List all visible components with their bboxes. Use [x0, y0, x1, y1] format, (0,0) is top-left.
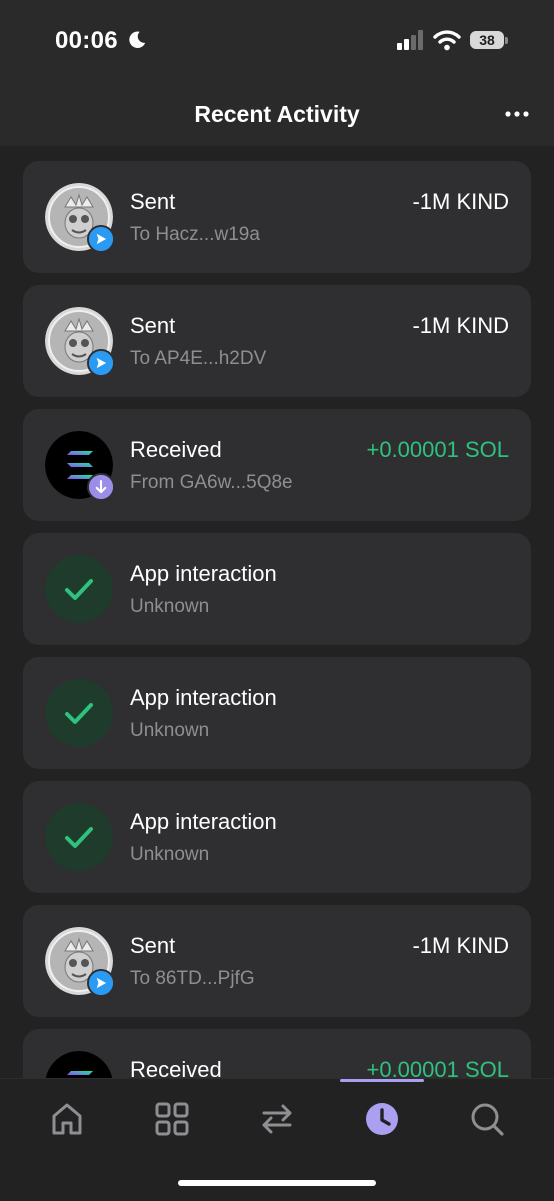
activity-title: App interaction [130, 809, 277, 834]
activity-subtitle: To Hacz...w19a [130, 224, 260, 245]
header: Recent Activity [0, 80, 554, 146]
activity-row[interactable]: Received From GA6w...5Q8e +0.00001 SOL [23, 409, 531, 521]
receive-arrow-icon [87, 473, 115, 501]
activity-title: Sent [130, 313, 176, 338]
activity-amount: -1M KIND [412, 313, 509, 338]
activity-list[interactable]: Sent To Hacz...w19a -1M KIND Sent To AP4E..… [0, 146, 554, 1078]
send-arrow-icon [87, 225, 115, 253]
activity-title: App interaction [130, 685, 277, 710]
activity-amount: -1M KIND [412, 189, 509, 214]
activity-subtitle: To 86TD...PjfG [130, 968, 255, 989]
grid-icon[interactable] [150, 1097, 194, 1141]
moon-icon [129, 31, 146, 48]
status-time: 00:06 [55, 27, 118, 54]
activity-row[interactable]: Sent To 86TD...PjfG -1M KIND [23, 905, 531, 1017]
status-bar: 00:06 38 [0, 0, 554, 80]
activity-subtitle: To AP4E...h2DV [130, 348, 267, 369]
activity-row[interactable]: Sent To Hacz...w19a -1M KIND [23, 161, 531, 273]
activity-row[interactable]: App interaction Unknown [23, 533, 531, 645]
send-arrow-icon [87, 349, 115, 377]
activity-amount: +0.00001 SOL [366, 1057, 509, 1078]
activity-row[interactable]: App interaction Unknown [23, 781, 531, 893]
battery-tip [505, 37, 508, 44]
checkmark-icon [45, 803, 113, 871]
active-tab-indicator [340, 1079, 424, 1082]
activity-subtitle: Unknown [130, 844, 210, 865]
activity-title: Received [130, 1057, 222, 1078]
checkmark-icon [45, 679, 113, 747]
swap-icon[interactable] [255, 1097, 299, 1141]
solana-token-icon [45, 1051, 113, 1078]
home-icon[interactable] [45, 1097, 89, 1141]
activity-row[interactable]: Sent To AP4E...h2DV -1M KIND [23, 285, 531, 397]
activity-title: App interaction [130, 561, 277, 586]
page-title: Recent Activity [194, 101, 360, 127]
activity-amount: +0.00001 SOL [366, 437, 509, 462]
checkmark-icon [45, 555, 113, 623]
home-indicator [178, 1180, 376, 1186]
activity-subtitle: Unknown [130, 720, 210, 741]
activity-subtitle: Unknown [130, 596, 210, 617]
activity-title: Sent [130, 189, 176, 214]
send-arrow-icon [87, 969, 115, 997]
activity-subtitle: From GA6w...5Q8e [130, 472, 293, 493]
signal-icon [397, 30, 423, 50]
activity-title: Received [130, 437, 222, 462]
wifi-icon [433, 30, 461, 51]
search-icon[interactable] [465, 1097, 509, 1141]
history-icon[interactable] [360, 1097, 404, 1141]
battery-icon: 38 [470, 31, 504, 49]
ellipsis-icon[interactable] [500, 102, 534, 126]
activity-amount: -1M KIND [412, 933, 509, 958]
activity-row[interactable]: Received +0.00001 SOL [23, 1029, 531, 1078]
activity-title: Sent [130, 933, 176, 958]
activity-row[interactable]: App interaction Unknown [23, 657, 531, 769]
